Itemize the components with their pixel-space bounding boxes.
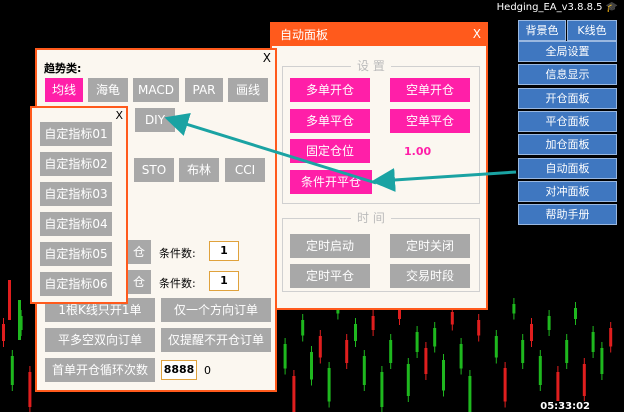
sto-button[interactable]: STO (134, 158, 174, 182)
turtle-button[interactable]: 海龟 (88, 78, 128, 102)
sidebar-item-add-panel[interactable]: 加仓面板 (518, 134, 617, 156)
custom-indicator-panel: X 自定指标01 自定指标02 自定指标03 自定指标04 自定指标05 自定指标06 (30, 106, 128, 304)
short-close-button[interactable]: 空单平仓 (390, 109, 470, 133)
trading-session-button[interactable]: 交易时段 (390, 264, 470, 288)
fixed-lot-value: 1.00 (404, 145, 432, 158)
cond-label-2: 条件数: (159, 277, 196, 290)
close-both-directions-button[interactable]: 平多空双向订单 (45, 328, 155, 352)
custom-indicator-6-button[interactable]: 自定指标06 (40, 272, 112, 296)
custom-indicator-5-button[interactable]: 自定指标05 (40, 242, 112, 266)
auto-panel-title: 自动面板 (272, 24, 486, 46)
short-open-button[interactable]: 空单开仓 (390, 78, 470, 102)
diy-button[interactable]: DIY (135, 108, 175, 132)
candle (8, 280, 11, 320)
alert-only-button[interactable]: 仅提醒不开仓订单 (161, 328, 271, 352)
first-order-loop-button[interactable]: 首单开仓循环次数 (45, 358, 155, 382)
partial-button-1[interactable]: 仓 (127, 240, 151, 264)
timed-stop-button[interactable]: 定时关闭 (390, 234, 470, 258)
loop-count-input[interactable]: 8888 (161, 360, 197, 380)
long-close-button[interactable]: 多单平仓 (290, 109, 370, 133)
sidebar-item-help-manual[interactable]: 帮助手册 (518, 204, 617, 226)
ea-version: Hedging_EA_v3.8.8.5 🎓 (497, 2, 618, 13)
time-label: 时 间 (351, 211, 391, 225)
partial-button-2[interactable]: 仓 (127, 270, 151, 294)
custom-panel-close-icon[interactable]: X (115, 110, 123, 122)
timed-start-button[interactable]: 定时启动 (290, 234, 370, 258)
cond-value-1[interactable]: 1 (209, 241, 239, 261)
fixed-lot-button[interactable]: 固定仓位 (290, 139, 370, 163)
graduation-cap-icon: 🎓 (605, 2, 618, 13)
trend-title: 趋势类: (44, 62, 82, 75)
custom-indicator-2-button[interactable]: 自定指标02 (40, 152, 112, 176)
sidebar-item-open-panel[interactable]: 开仓面板 (518, 87, 617, 109)
auto-panel-close-icon[interactable]: X (473, 28, 481, 40)
draw-line-button[interactable]: 画线 (228, 78, 268, 102)
sidebar-item-info-display[interactable]: 信息显示 (518, 64, 617, 86)
candle-color-button[interactable]: K线色 (567, 20, 617, 41)
candle (18, 300, 21, 340)
sidebar-item-auto-panel[interactable]: 自动面板 (518, 157, 617, 179)
ma-button[interactable]: 均线 (45, 78, 83, 102)
custom-indicator-4-button[interactable]: 自定指标04 (40, 212, 112, 236)
timed-close-button[interactable]: 定时平仓 (290, 264, 370, 288)
custom-indicator-1-button[interactable]: 自定指标01 (40, 122, 112, 146)
background-color-button[interactable]: 背景色 (518, 20, 566, 41)
sidebar-item-global-settings[interactable]: 全局设置 (518, 41, 617, 62)
version-label: Hedging_EA_v3.8.8.5 (496, 2, 603, 13)
one-direction-only-button[interactable]: 仅一个方向订单 (161, 298, 271, 322)
cci-button[interactable]: CCI (225, 158, 265, 182)
server-time: 05:33:02 (538, 401, 592, 412)
par-button[interactable]: PAR (185, 78, 223, 102)
sidebar-item-hedge-panel[interactable]: 对冲面板 (518, 180, 617, 202)
loop-suffix: 0 (204, 364, 211, 377)
sidebar-item-close-panel[interactable]: 平仓面板 (518, 110, 617, 132)
cond-value-2[interactable]: 1 (209, 271, 239, 291)
cond-label-1: 条件数: (159, 247, 196, 260)
auto-panel: 自动面板 X 设 置 多单开仓 空单开仓 多单平仓 空单平仓 固定仓位 1.00… (270, 22, 488, 310)
bollinger-button[interactable]: 布林 (179, 158, 219, 182)
long-open-button[interactable]: 多单开仓 (290, 78, 370, 102)
settings-label: 设 置 (351, 59, 391, 73)
macd-button[interactable]: MACD (133, 78, 179, 102)
conditional-open-close-button[interactable]: 条件开平仓 (290, 170, 372, 194)
custom-indicator-3-button[interactable]: 自定指标03 (40, 182, 112, 206)
trend-panel-close-icon[interactable]: X (263, 52, 271, 64)
